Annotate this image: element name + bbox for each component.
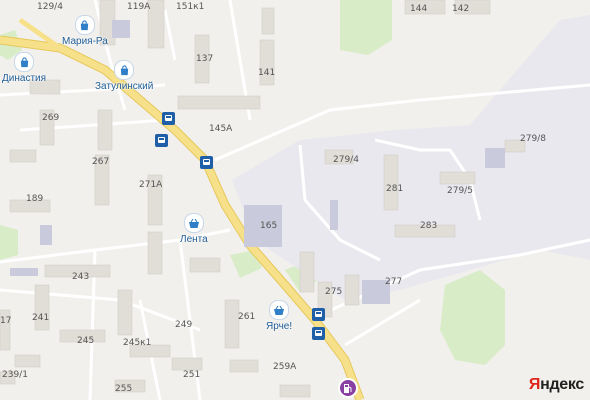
shopping-basket-icon — [183, 213, 204, 233]
poi-lenta[interactable]: Лента — [180, 213, 208, 245]
shopping-bag-icon — [114, 60, 135, 80]
bus-stop-icon[interactable] — [155, 134, 168, 147]
house-number: 17 — [0, 316, 12, 326]
poi-label: Династия — [2, 73, 47, 84]
poi-label: Ярче! — [266, 321, 293, 332]
house-number: 281 — [386, 184, 404, 194]
house-number: 145А — [209, 124, 233, 134]
park-right — [440, 270, 505, 365]
house-number: 189 — [26, 194, 44, 204]
bus-stop-icon[interactable] — [312, 308, 325, 321]
map-viewport[interactable]: 129/4 119А 151к1 144 142 137 141 269 145… — [0, 0, 590, 400]
house-number: 277 — [385, 277, 403, 287]
park-top — [340, 0, 392, 55]
house-number: 283 — [420, 221, 438, 231]
house-number: 251 — [183, 370, 201, 380]
house-number: 119А — [127, 2, 151, 12]
house-number: 129/4 — [37, 2, 63, 12]
house-number: 271А — [139, 180, 163, 190]
house-number: 239/1 — [2, 370, 28, 380]
poi-maria-ra[interactable]: Мария-Ра — [62, 15, 108, 47]
yandex-logo[interactable]: Яндекс — [529, 376, 584, 394]
poi-label: Мария-Ра — [62, 36, 108, 47]
poi-label: Затулинский — [95, 81, 154, 92]
house-number: 241 — [32, 313, 50, 323]
green-left-mid — [0, 225, 18, 260]
house-number: 279/4 — [333, 155, 359, 165]
house-number: 249 — [175, 320, 193, 330]
house-number: 279/5 — [447, 186, 473, 196]
shopping-bag-icon — [14, 52, 35, 72]
poi-yarche[interactable]: Ярче! — [266, 300, 292, 332]
house-number: 259А — [273, 362, 297, 372]
house-number: 144 — [410, 4, 428, 14]
house-number: 261 — [238, 312, 256, 322]
shopping-basket-icon — [269, 300, 290, 320]
house-number: 269 — [42, 113, 60, 123]
logo-rest: ндекс — [540, 376, 584, 393]
house-number: 141 — [258, 68, 276, 78]
house-number: 151к1 — [176, 2, 205, 12]
logo-first-letter: Я — [528, 376, 541, 393]
shopping-bag-icon — [74, 15, 95, 35]
bus-stop-icon[interactable] — [162, 112, 175, 125]
house-number: 137 — [196, 54, 214, 64]
bus-stop-icon[interactable] — [312, 327, 325, 340]
industrial-zone — [232, 15, 590, 300]
house-number: 165 — [260, 221, 278, 231]
poi-label: Лента — [180, 234, 208, 245]
house-number: 245 — [77, 336, 95, 346]
house-number: 243 — [72, 272, 90, 282]
house-number: 245к1 — [123, 338, 152, 348]
poi-dinastia[interactable]: Династия — [2, 52, 46, 84]
poi-zatulinsky[interactable]: Затулинский — [95, 60, 153, 92]
fuel-station-icon[interactable] — [338, 378, 358, 398]
bus-stop-icon[interactable] — [200, 156, 213, 169]
house-number: 267 — [92, 157, 110, 167]
house-number: 275 — [325, 287, 343, 297]
house-number: 142 — [452, 4, 470, 14]
house-number: 279/8 — [520, 134, 546, 144]
house-number: 255 — [115, 384, 133, 394]
